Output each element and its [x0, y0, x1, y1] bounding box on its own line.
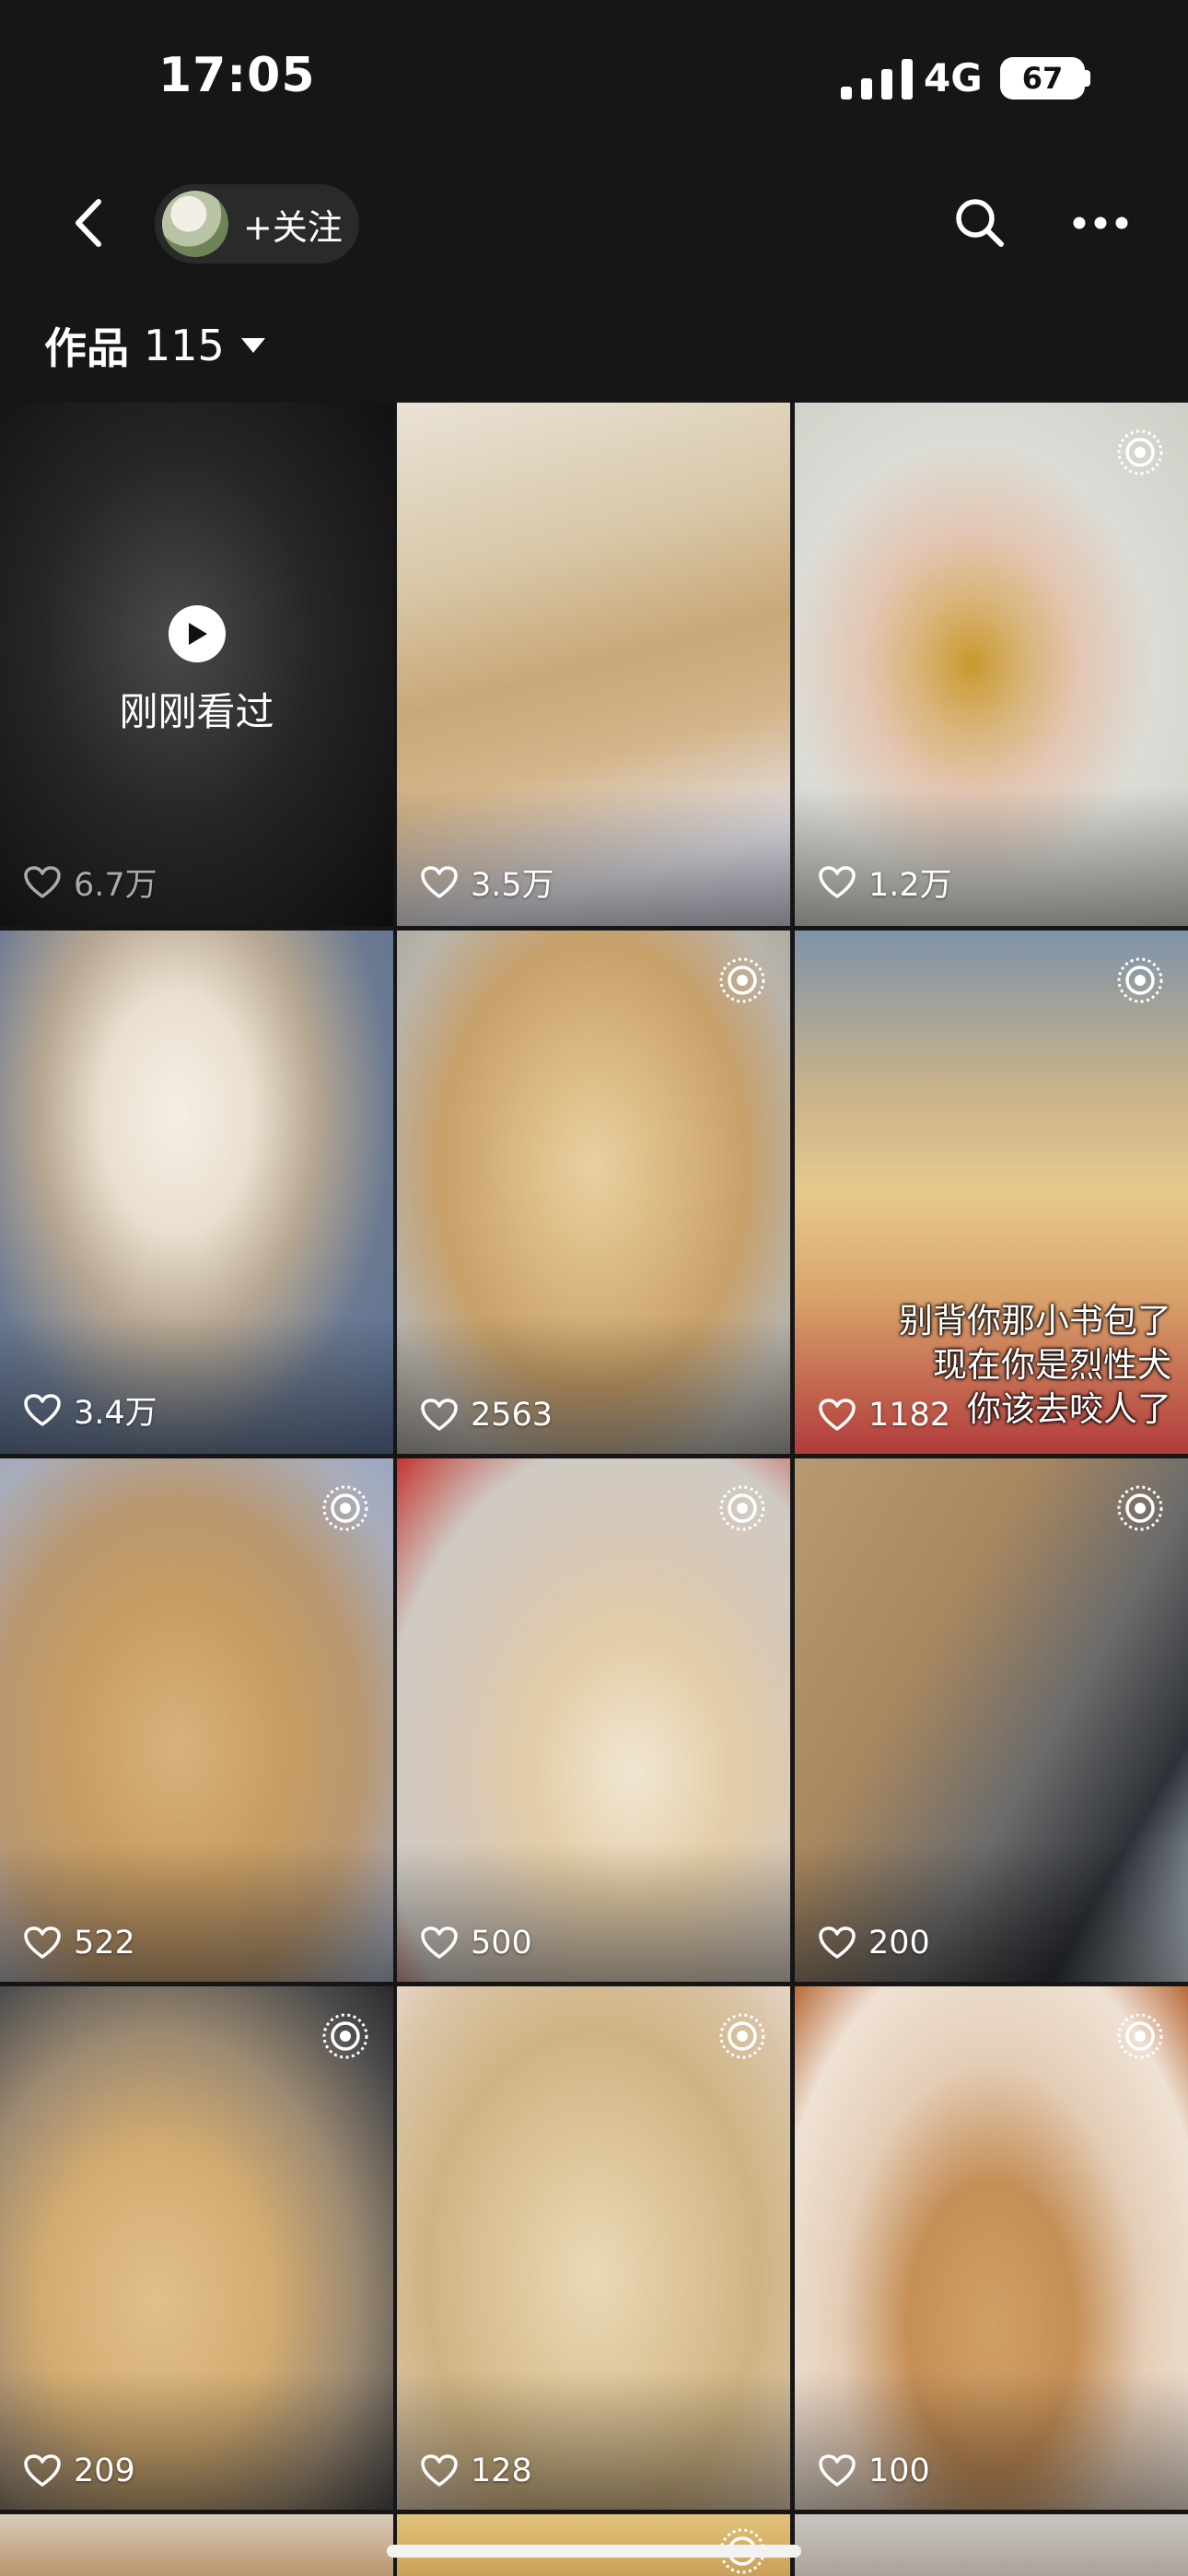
video-tile-8[interactable]: 500 — [397, 1458, 790, 1982]
heart-icon — [421, 1926, 458, 1959]
back-button[interactable] — [59, 186, 118, 260]
video-tile-1[interactable]: 刚刚看过 6.7万 — [0, 403, 393, 926]
like-count-text: 200 — [868, 1925, 930, 1961]
heart-icon — [819, 1399, 856, 1431]
live-photo-icon — [1117, 429, 1163, 475]
battery-icon: 67 — [1000, 57, 1085, 100]
live-photo-icon — [719, 2013, 765, 2059]
video-tile-15[interactable] — [795, 2514, 1188, 2576]
live-photo-icon — [719, 1485, 765, 1531]
like-count: 100 — [819, 2453, 930, 2489]
video-tile-6[interactable]: 别背你那小书包了 现在你是烈性犬 你该去咬人了 1182 — [795, 931, 1188, 1454]
caret-down-icon — [240, 338, 265, 353]
play-icon — [168, 605, 226, 662]
heart-icon — [24, 865, 61, 898]
home-indicator[interactable] — [387, 2545, 801, 2558]
video-tile-4[interactable]: 3.4万 — [0, 931, 393, 1454]
like-count-text: 128 — [471, 2453, 532, 2489]
video-tile-7[interactable]: 522 — [0, 1458, 393, 1982]
like-count-text: 209 — [74, 2453, 135, 2489]
like-count-text: 2563 — [471, 1397, 553, 1434]
nav-bar: +关注 — [0, 157, 1188, 295]
battery-tip — [1085, 70, 1090, 87]
like-count-text: 3.4万 — [74, 1395, 157, 1432]
video-thumbnail — [0, 2514, 393, 2576]
status-time: 17:05 — [158, 48, 316, 103]
avatar[interactable] — [162, 191, 228, 257]
like-count: 6.7万 — [24, 859, 157, 906]
caption-line: 现在你是烈性犬 — [933, 1345, 1171, 1385]
follow-button[interactable]: +关注 — [155, 184, 359, 263]
live-photo-icon — [322, 1485, 368, 1531]
like-count: 128 — [421, 2453, 532, 2489]
like-count: 1182 — [819, 1397, 950, 1434]
like-count: 522 — [24, 1925, 135, 1961]
live-photo-icon — [1117, 2013, 1163, 2059]
works-count: 115 — [144, 321, 225, 370]
video-tile-3[interactable]: 1.2万 — [795, 403, 1188, 926]
heart-icon — [24, 2454, 61, 2487]
video-tile-5[interactable]: 2563 — [397, 931, 790, 1454]
heart-icon — [421, 1399, 458, 1431]
works-label: 作品 — [44, 323, 129, 373]
like-count-text: 1182 — [868, 1397, 951, 1434]
heart-icon — [819, 865, 856, 898]
like-count: 200 — [819, 1925, 930, 1961]
live-photo-icon — [1117, 1485, 1163, 1531]
network-type: 4G — [924, 55, 983, 100]
more-icon[interactable] — [1068, 195, 1133, 251]
video-thumbnail — [795, 2514, 1188, 2576]
heart-icon — [819, 1926, 856, 1959]
live-photo-icon — [719, 957, 765, 1003]
like-count: 209 — [24, 2453, 135, 2489]
like-count: 3.5万 — [421, 859, 554, 906]
works-filter[interactable]: 作品 115 — [44, 313, 265, 378]
search-icon[interactable] — [952, 195, 1007, 251]
signal-icon — [841, 59, 913, 100]
video-tile-13[interactable] — [0, 2514, 393, 2576]
live-photo-icon — [322, 2013, 368, 2059]
like-count: 1.2万 — [819, 859, 952, 906]
like-count: 500 — [421, 1925, 532, 1961]
like-count-text: 100 — [868, 2453, 930, 2489]
video-tile-12[interactable]: 100 — [795, 1986, 1188, 2510]
like-count: 3.4万 — [24, 1387, 157, 1434]
heart-icon — [24, 1926, 61, 1959]
follow-label: +关注 — [243, 206, 343, 248]
video-tile-2[interactable]: 3.5万 — [397, 403, 790, 926]
heart-icon — [421, 865, 458, 898]
recently-watched-overlay: 刚刚看过 — [0, 605, 393, 737]
video-tile-9[interactable]: 200 — [795, 1458, 1188, 1982]
like-count-text: 3.5万 — [471, 867, 554, 904]
video-tile-11[interactable]: 128 — [397, 1986, 790, 2510]
like-count-text: 522 — [74, 1925, 135, 1961]
like-count-text: 6.7万 — [74, 867, 157, 904]
like-count: 2563 — [421, 1397, 553, 1434]
caption-line: 别背你那小书包了 — [899, 1301, 1171, 1341]
like-count-text: 500 — [471, 1925, 532, 1961]
heart-icon — [819, 2454, 856, 2487]
back-arrow-icon — [76, 199, 101, 247]
live-photo-icon — [1117, 957, 1163, 1003]
heart-icon — [421, 2454, 458, 2487]
recently-watched-label: 刚刚看过 — [119, 689, 274, 734]
like-count-text: 1.2万 — [868, 867, 952, 904]
heart-icon — [24, 1393, 61, 1426]
status-bar: 17:05 4G 67 — [0, 0, 1188, 157]
video-tile-10[interactable]: 209 — [0, 1986, 393, 2510]
